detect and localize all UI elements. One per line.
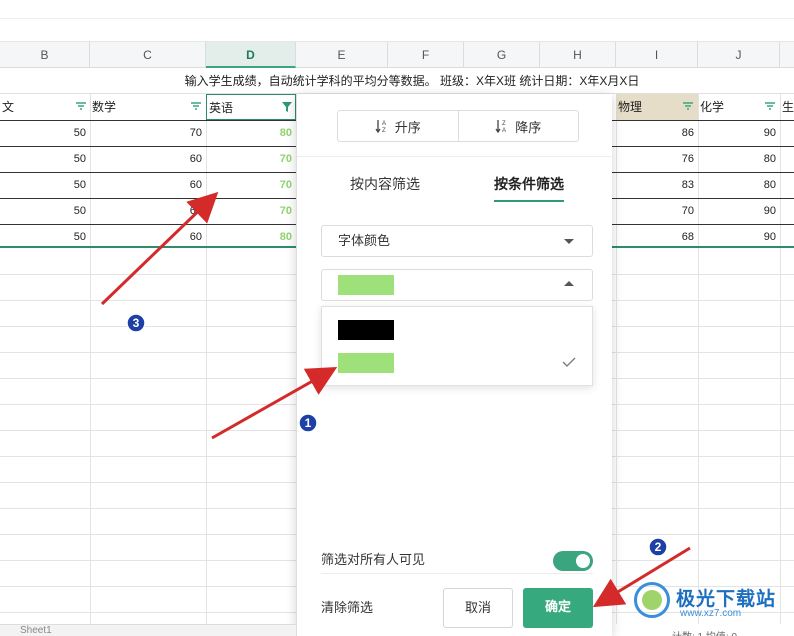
cell-chemistry[interactable]: 90 (698, 198, 780, 224)
visible-to-all-label: 筛选对所有人可见 (321, 552, 426, 567)
sort-bar: AZ 升序 ZA 降序 (337, 110, 579, 142)
header-math[interactable]: 数学 (90, 94, 206, 120)
filter-icon[interactable] (682, 101, 694, 113)
svg-text:A: A (382, 121, 386, 127)
cell-math[interactable]: 60 (90, 224, 206, 250)
chevron-up-icon (564, 281, 574, 286)
svg-text:Z: Z (382, 128, 386, 133)
cell-chinese[interactable]: 50 (0, 198, 90, 224)
sort-desc-icon: ZA (495, 120, 506, 133)
sort-ascending-button[interactable]: AZ 升序 (338, 111, 458, 141)
sort-descending-button[interactable]: ZA 降序 (457, 111, 579, 141)
check-icon (562, 357, 576, 367)
cell-chemistry[interactable]: 90 (698, 224, 780, 250)
sheet-tab-bar: Sheet1 (0, 624, 296, 636)
color-options-list (321, 306, 593, 386)
filter-icon[interactable] (190, 101, 202, 113)
cell-chinese[interactable]: 50 (0, 172, 90, 198)
cell-physics[interactable]: 83 (616, 172, 698, 198)
cell-chinese[interactable]: 50 (0, 120, 90, 146)
col-header-e[interactable]: E (296, 42, 388, 68)
condition-type-value: 字体颜色 (338, 233, 391, 248)
col-header-f[interactable]: F (388, 42, 464, 68)
clear-filter-link[interactable]: 清除筛选 (321, 598, 373, 618)
col-header-i[interactable]: I (616, 42, 698, 68)
selected-color-swatch (338, 275, 394, 295)
cell-chinese[interactable]: 50 (0, 146, 90, 172)
status-summary: 计数: 1 均值: 0 (672, 628, 737, 636)
cell-chemistry[interactable]: 80 (698, 146, 780, 172)
col-header-c[interactable]: C (90, 42, 206, 68)
tab-filter-by-content[interactable]: 按内容筛选 (350, 174, 420, 202)
filter-icon[interactable] (75, 101, 87, 113)
cell-chemistry[interactable]: 90 (698, 120, 780, 146)
cell-math[interactable]: 70 (90, 120, 206, 146)
cell-math[interactable]: 60 (90, 146, 206, 172)
watermark-logo: 极光下载站 www.xz7.com (632, 578, 792, 626)
visible-to-all-row: 筛选对所有人可见 (321, 548, 593, 574)
condition-type-select[interactable]: 字体颜色 (321, 225, 593, 257)
col-header-h[interactable]: H (540, 42, 616, 68)
cell-physics[interactable]: 86 (616, 120, 698, 146)
chevron-down-icon (564, 239, 574, 244)
cell-math[interactable]: 60 (90, 172, 206, 198)
watermark-name: 极光下载站 (676, 589, 777, 610)
cell-physics[interactable]: 76 (616, 146, 698, 172)
watermark-url: www.xz7.com (680, 608, 742, 619)
cell-english[interactable]: 70 (206, 198, 296, 224)
sort-asc-label: 升序 (394, 119, 421, 135)
cell-physics[interactable]: 68 (616, 224, 698, 250)
sheet-title-row[interactable]: 输入学生成绩，自动统计学科的平均分等数据。 班级：X年X班 统计日期：X年X月X… (0, 68, 794, 94)
color-swatch-green (338, 353, 394, 373)
cell-physics[interactable]: 70 (616, 198, 698, 224)
visible-to-all-toggle[interactable] (553, 551, 593, 571)
color-option-black[interactable] (322, 314, 594, 346)
filter-tabs: 按内容筛选 按条件筛选 (297, 174, 613, 202)
cell-english[interactable]: 70 (206, 146, 296, 172)
tab-filter-by-condition[interactable]: 按条件筛选 (494, 174, 564, 202)
header-bio[interactable]: 生 (780, 94, 794, 120)
cell-math[interactable]: 60 (90, 198, 206, 224)
col-header-g[interactable]: G (464, 42, 540, 68)
svg-text:A: A (502, 128, 506, 133)
cell-english[interactable]: 80 (206, 224, 296, 250)
filter-icon[interactable] (764, 101, 776, 113)
sort-asc-icon: AZ (375, 120, 386, 133)
cancel-button[interactable]: 取消 (443, 588, 513, 628)
color-select[interactable] (321, 269, 593, 301)
confirm-button[interactable]: 确定 (523, 588, 593, 628)
col-header-b[interactable]: B (0, 42, 90, 68)
toolbar-area (0, 0, 794, 42)
col-header-j[interactable]: J (698, 42, 780, 68)
cell-english[interactable]: 80 (206, 120, 296, 146)
sort-desc-label: 降序 (515, 119, 542, 135)
col-header-d[interactable]: D (206, 42, 296, 68)
filter-panel: AZ 升序 ZA 降序 按内容筛选 按条件筛选 字体颜色 筛选对所有人可见 清除… (296, 94, 613, 636)
svg-text:Z: Z (502, 121, 506, 127)
filter-active-icon[interactable] (281, 101, 293, 113)
color-option-green[interactable] (322, 347, 594, 379)
color-swatch-black (338, 320, 394, 340)
sheet-tab[interactable]: Sheet1 (20, 625, 52, 636)
cell-english[interactable]: 70 (206, 172, 296, 198)
column-headers: B C D E F G H I J (0, 42, 794, 68)
cell-chinese[interactable]: 50 (0, 224, 90, 250)
cell-chemistry[interactable]: 80 (698, 172, 780, 198)
